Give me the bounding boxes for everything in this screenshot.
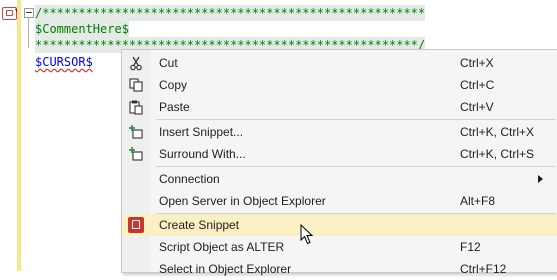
menu-item-label: Surround With... [159,147,246,161]
surround-with-icon [129,147,143,161]
menu-item-shortcut: Ctrl+X [460,56,494,70]
mouse-pointer-icon [300,224,314,245]
menu-item-label: Select in Object Explorer [159,262,292,276]
code-line-comment-open[interactable]: /***************************************… [35,5,426,21]
menu-item-label: Paste [159,100,190,114]
menu-item-surround-with[interactable]: Surround With... Ctrl+K, Ctrl+S [122,143,557,165]
menu-item-shortcut: Ctrl+V [460,100,494,114]
menu-item-shortcut: Ctrl+K, Ctrl+S [460,147,535,161]
menu-item-shortcut: F12 [460,240,481,254]
insert-snippet-icon [129,125,143,139]
scissors-icon [130,56,142,71]
menu-item-label: Cut [159,56,178,70]
menu-item-create-snippet[interactable]: Create Snippet [122,214,557,236]
menu-item-insert-snippet[interactable]: Insert Snippet... Ctrl+K, Ctrl+X [122,121,557,143]
copy-icon [129,78,143,92]
menu-item-select-object-explorer[interactable]: Select in Object Explorer Ctrl+F12 [122,258,557,280]
menu-item-copy[interactable]: Copy Ctrl+C [122,74,557,96]
menu-item-label: Script Object as ALTER [159,240,285,254]
menu-item-shortcut: Ctrl+F12 [460,262,507,276]
menu-item-shortcut: Ctrl+C [460,78,495,92]
menu-item-shortcut: Alt+F8 [460,194,496,208]
menu-item-label: Connection [159,172,220,186]
menu-item-shortcut: Ctrl+K, Ctrl+X [460,125,535,139]
menu-item-label: Open Server in Object Explorer [159,194,326,208]
menu-item-label: Create Snippet [159,218,240,232]
submenu-arrow-icon [538,175,543,183]
code-line-cursor[interactable]: $CURSOR$ [35,54,93,70]
menu-item-cut[interactable]: Cut Ctrl+X [122,52,557,74]
menu-separator [156,166,556,167]
context-menu: Cut Ctrl+X Copy Ctrl+C Paste Ctrl+V Inse… [121,49,557,276]
menu-item-script-alter[interactable]: Script Object as ALTER F12 [122,236,557,258]
paste-icon [129,100,143,115]
collapse-toggle-icon[interactable] [24,8,34,18]
change-marker-bar [17,0,21,271]
menu-item-label: Insert Snippet... [159,125,244,139]
menu-item-label: Copy [159,78,188,92]
code-line-comment-here[interactable]: $CommentHere$ [35,21,129,37]
menu-item-paste[interactable]: Paste Ctrl+V [122,96,557,118]
fold-guide-line [28,18,29,48]
menu-item-open-server[interactable]: Open Server in Object Explorer Alt+F8 [122,190,557,212]
create-snippet-icon [128,217,144,233]
menu-separator [156,119,556,120]
menu-item-connection[interactable]: Connection [122,168,557,190]
